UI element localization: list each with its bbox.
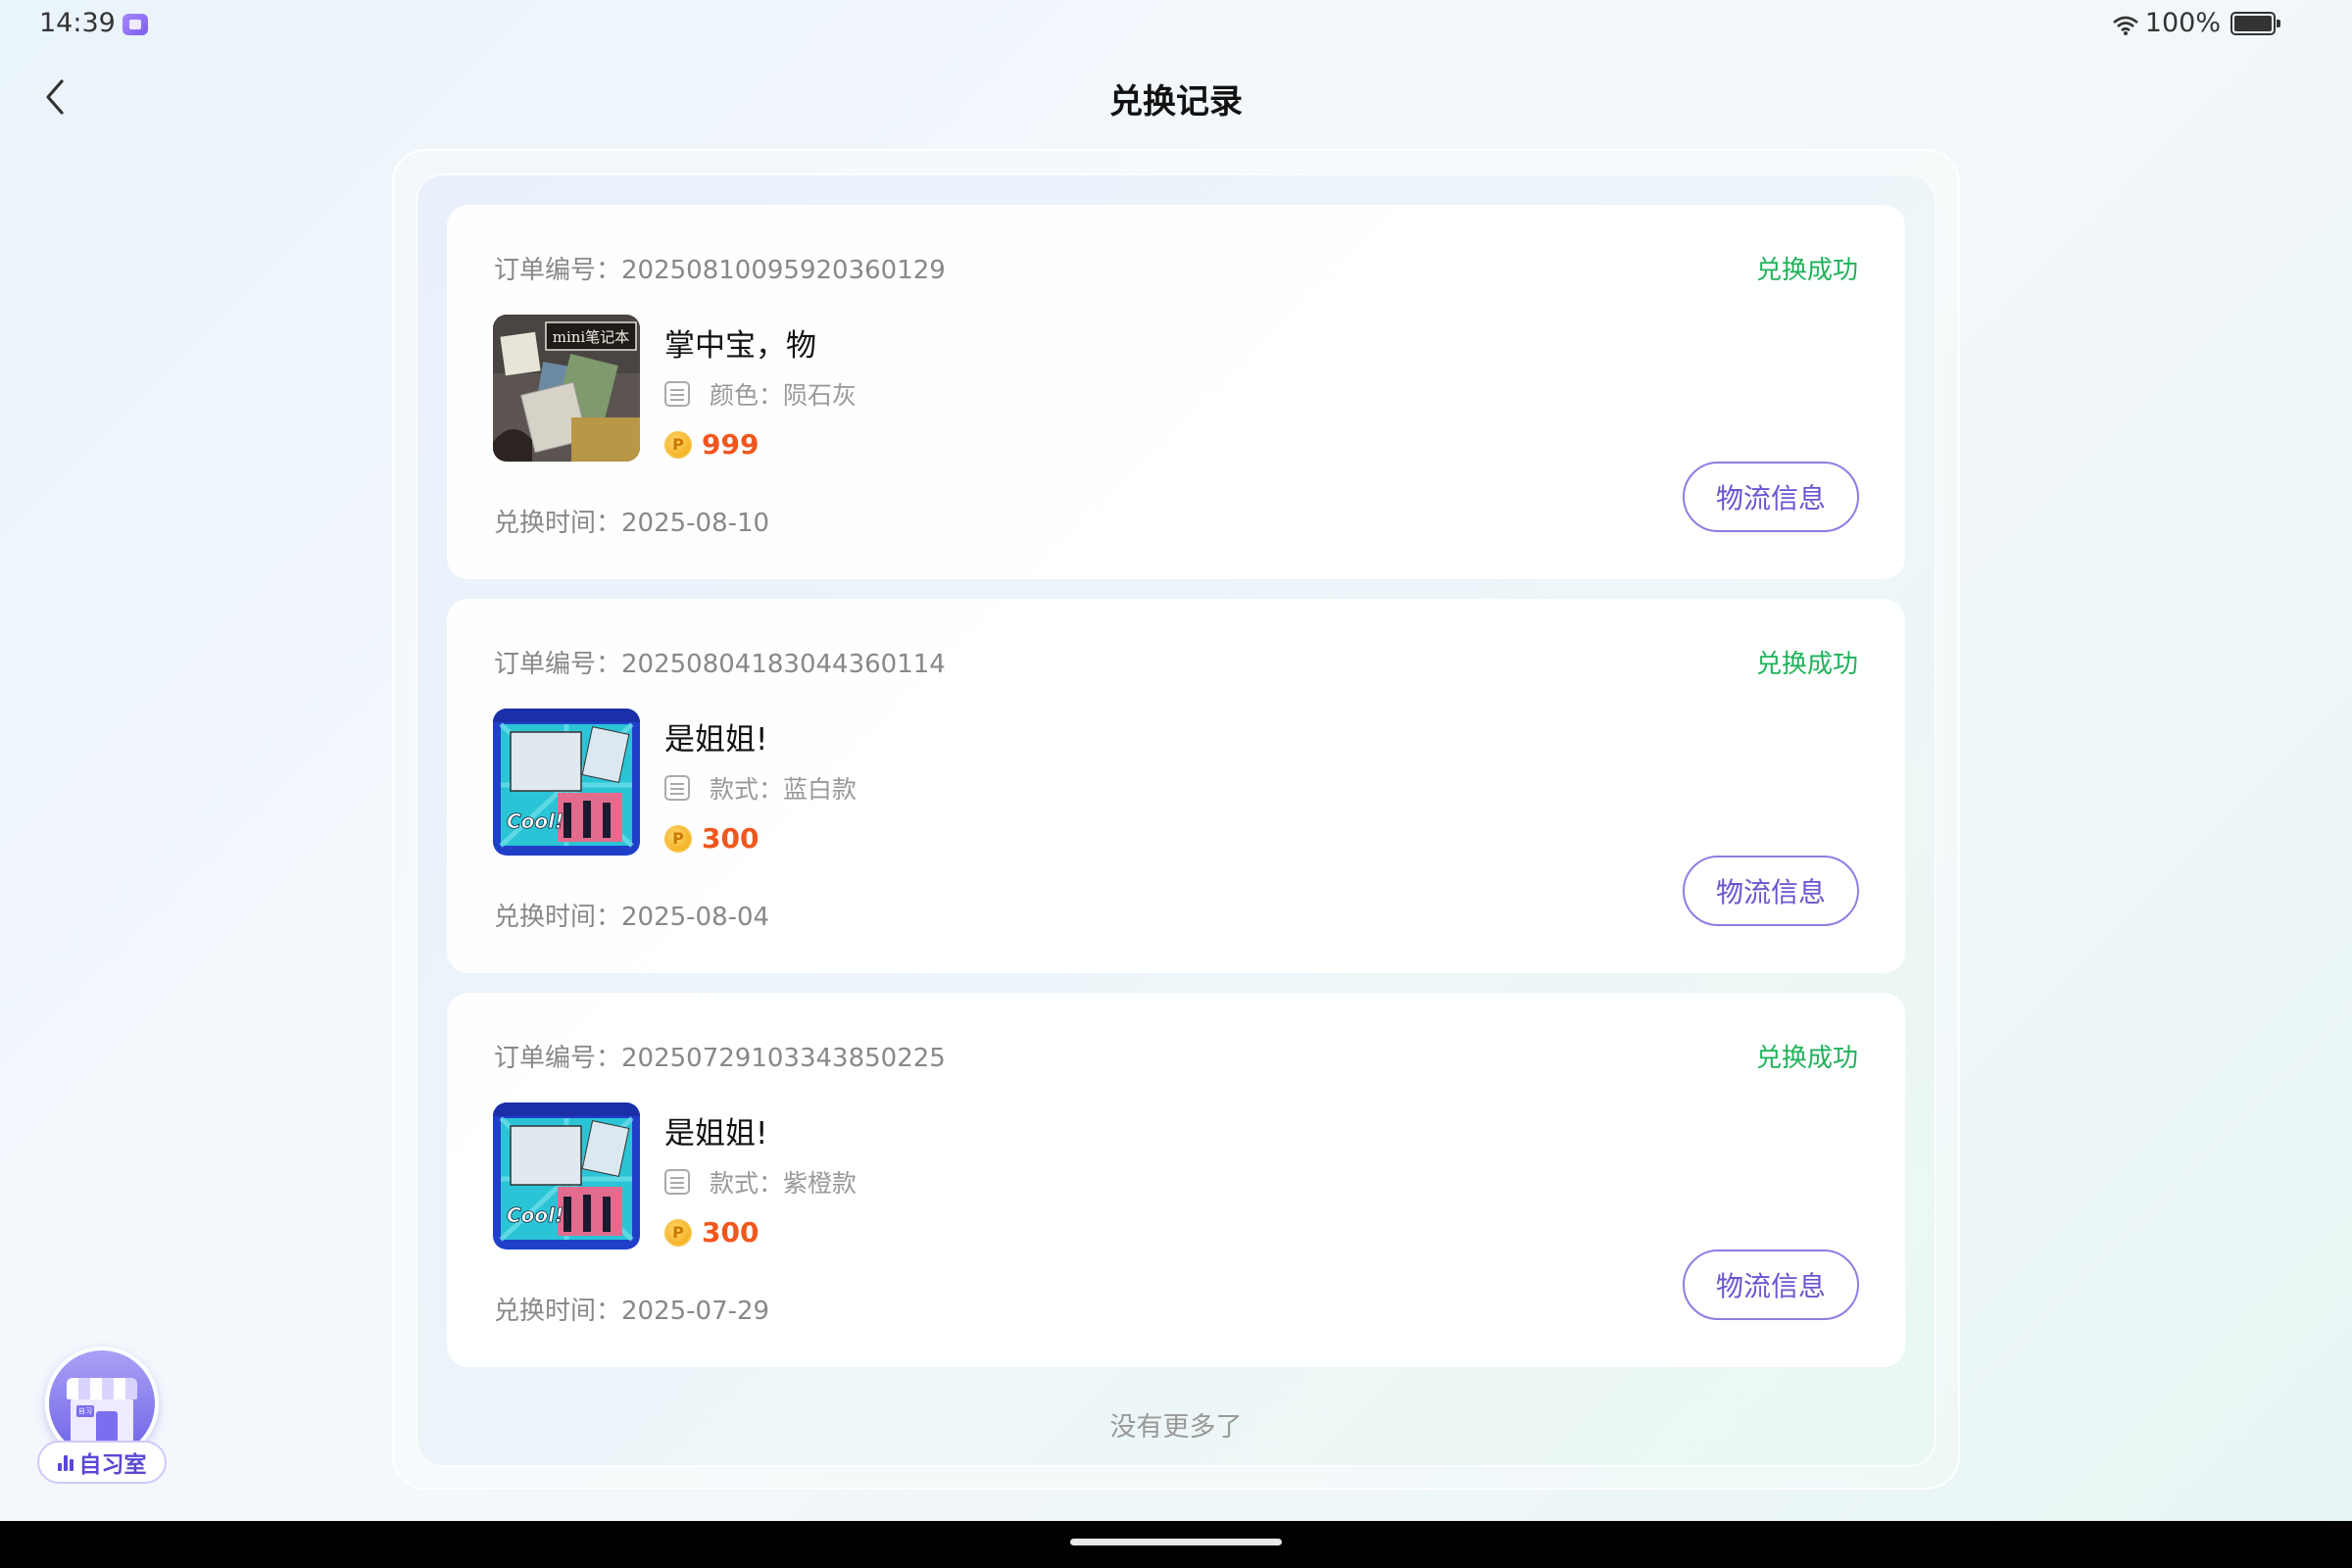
product-image[interactable]: mini笔记本 (493, 315, 640, 462)
spec-row: 颜色：陨石灰 (664, 376, 857, 412)
order-card: 订单编号：20250810095920360129 兑换成功 mini笔记本 掌… (447, 205, 1905, 579)
exchange-time: 兑换时间：2025-08-10 (494, 509, 770, 538)
list-icon (664, 1169, 690, 1195)
study-room-label: 自习室 (37, 1441, 167, 1484)
status-right: 100% (2112, 8, 2280, 38)
price-row: P 300 (664, 1216, 759, 1249)
battery-icon (2230, 11, 2280, 35)
store-sign-text: 自习 (78, 1407, 92, 1415)
screen-record-icon (122, 14, 148, 35)
order-number: 订单编号：20250729103343850225 (494, 1044, 946, 1073)
price-row: P 300 (664, 822, 759, 855)
order-number: 订单编号：20250804183044360114 (494, 650, 946, 679)
coin-icon: P (664, 824, 692, 853)
logistics-button[interactable]: 物流信息 (1683, 1250, 1859, 1320)
product-name: 是姐姐! (664, 722, 768, 758)
product-spec: 款式：蓝白款 (710, 775, 858, 804)
order-number: 订单编号：20250810095920360129 (494, 256, 946, 285)
home-indicator[interactable] (1070, 1539, 1282, 1545)
price-value: 300 (702, 822, 760, 855)
list-icon (664, 381, 690, 407)
product-name: 掌中宝，物 (664, 328, 816, 364)
logistics-button[interactable]: 物流信息 (1683, 462, 1859, 532)
order-status: 兑换成功 (1755, 256, 1858, 285)
product-image[interactable]: Cool! (493, 709, 640, 856)
logistics-button[interactable]: 物流信息 (1683, 856, 1859, 926)
order-card: 订单编号：20250729103343850225 兑换成功 Cool! 是姐姐… (447, 993, 1905, 1367)
price-value: 300 (702, 1216, 760, 1249)
product-image-text: Cool! (507, 1203, 564, 1227)
study-room-button[interactable]: 自习 自习室 (35, 1345, 169, 1486)
bar-chart-icon (57, 1453, 74, 1471)
exchange-time: 兑换时间：2025-07-29 (494, 1297, 770, 1326)
order-card: 订单编号：20250804183044360114 兑换成功 Cool! 是姐姐… (447, 599, 1905, 973)
coin-icon: P (664, 1218, 692, 1247)
status-time: 14:39 (39, 8, 116, 38)
exchange-time: 兑换时间：2025-08-04 (494, 903, 770, 932)
status-bar: 14:39 100% (0, 0, 2352, 49)
price-value: 999 (702, 428, 760, 461)
product-image-text: mini笔记本 (553, 328, 629, 346)
battery-percent: 100% (2144, 8, 2221, 38)
spec-row: 款式：蓝白款 (664, 770, 857, 806)
product-image-text: Cool! (507, 809, 564, 833)
coin-icon: P (664, 430, 692, 459)
price-row: P 999 (664, 428, 759, 461)
page-title: 兑换记录 (1109, 82, 1243, 122)
product-name: 是姐姐! (664, 1116, 768, 1152)
spec-row: 款式：紫橙款 (664, 1164, 857, 1200)
list-icon (664, 775, 690, 801)
product-image[interactable]: Cool! (493, 1102, 640, 1250)
no-more-text: 没有更多了 (1109, 1412, 1243, 1443)
order-status: 兑换成功 (1755, 650, 1858, 679)
order-status: 兑换成功 (1755, 1044, 1858, 1073)
product-spec: 款式：紫橙款 (710, 1169, 858, 1198)
product-spec: 颜色：陨石灰 (710, 381, 858, 410)
wifi-icon (2112, 13, 2139, 35)
study-room-text: 自习室 (78, 1452, 147, 1478)
